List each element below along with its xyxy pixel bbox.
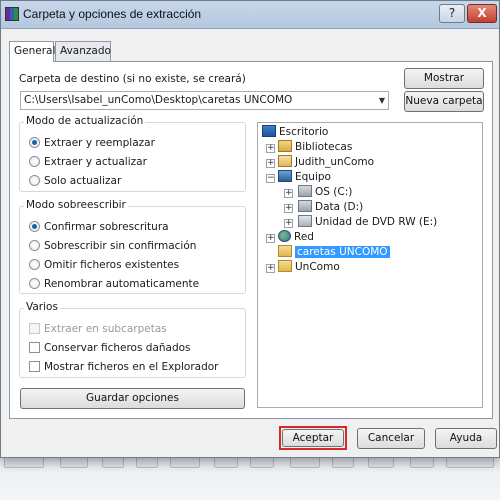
desktop-icon [262,125,276,137]
checkbox-icon [29,323,40,334]
update-mode-group: Modo de actualización Extraer y reemplaz… [19,115,246,192]
check-extract-subfolders: Extraer en subcarpetas [29,323,167,335]
check-show-in-explorer[interactable]: Mostrar ficheros en el Explorador [29,361,218,373]
option-label: Omitir ficheros existentes [44,259,180,271]
checkbox-icon[interactable] [29,342,40,353]
window-title: Carpeta y opciones de extracción [23,7,202,21]
update-mode-title: Modo de actualización [24,115,146,127]
destination-combobox[interactable]: C:\Users\Isabel_unComo\Desktop\caretas U… [20,91,389,110]
radio-icon[interactable] [29,259,40,270]
radio-confirm-overwrite[interactable]: Confirmar sobrescritura [29,221,169,233]
general-panel: Carpeta de destino (si no existe, se cre… [9,61,493,419]
expand-icon[interactable]: + [266,234,275,243]
node-label: Red [294,231,314,243]
option-label: Extraer y actualizar [44,156,147,168]
misc-group: Varios Extraer en subcarpetas Conservar … [19,301,246,378]
tree-node-caretas[interactable]: caretas UNCOMO [278,245,390,260]
tree-node-user[interactable]: Judith_unComo [278,155,374,170]
expand-icon[interactable]: + [266,159,275,168]
tab-general[interactable]: General [9,41,55,62]
cancel-button[interactable]: Cancelar [357,428,425,449]
option-label: Extraer en subcarpetas [44,323,167,335]
overwrite-mode-group: Modo sobreescribir Confirmar sobrescritu… [19,199,246,294]
computer-icon [278,170,292,182]
close-button[interactable]: X [467,4,497,23]
option-label: Sobrescribir sin confirmación [44,240,197,252]
help-button[interactable]: Ayuda [435,428,497,449]
user-folder-icon [278,155,292,167]
radio-icon[interactable] [29,156,40,167]
expand-icon[interactable]: + [266,264,275,273]
help-title-button[interactable]: ? [439,4,465,23]
save-options-button[interactable]: Guardar opciones [20,388,245,409]
radio-extract-update[interactable]: Extraer y actualizar [29,156,147,168]
folder-icon [278,245,292,257]
option-label: Solo actualizar [44,175,122,187]
radio-icon[interactable] [29,175,40,186]
tree-node-network[interactable]: Red [278,230,314,245]
radio-auto-rename[interactable]: Renombrar automaticamente [29,278,199,290]
radio-icon[interactable] [29,240,40,251]
option-label: Renombrar automaticamente [44,278,200,290]
expand-icon[interactable]: + [284,189,293,198]
taskbar-strip [0,452,500,500]
libraries-icon [278,140,292,152]
tree-node-desktop[interactable]: Escritorio [262,125,328,140]
radio-icon[interactable] [29,278,40,289]
dropdown-arrow-icon[interactable]: ▼ [379,92,385,109]
radio-skip-existing[interactable]: Omitir ficheros existentes [29,259,179,271]
expand-icon[interactable]: + [266,144,275,153]
tree-node-drive-c[interactable]: OS (C:) [298,185,352,200]
radio-icon[interactable] [29,221,40,232]
option-label: Confirmar sobrescritura [44,221,169,233]
node-label: Bibliotecas [295,141,353,153]
title-bar[interactable]: Carpeta y opciones de extracción ? X [1,1,499,29]
browse-button[interactable]: Mostrar [404,68,484,89]
destination-label: Carpeta de destino (si no existe, se cre… [19,73,246,85]
option-label: Mostrar ficheros en el Explorador [44,361,219,373]
tree-node-dvd[interactable]: Unidad de DVD RW (E:) [298,215,437,230]
node-label: Unidad de DVD RW (E:) [315,216,438,228]
winrar-icon [5,7,19,21]
drive-icon [298,200,312,212]
folder-tree[interactable]: Escritorio + Bibliotecas + Judith_unComo… [257,122,483,408]
radio-icon[interactable] [29,137,40,148]
checkbox-icon[interactable] [29,361,40,372]
expand-icon[interactable]: + [284,219,293,228]
option-label: Extraer y reemplazar [44,137,155,149]
tree-node-drive-d[interactable]: Data (D:) [298,200,363,215]
radio-extract-replace[interactable]: Extraer y reemplazar [29,137,155,149]
node-label: OS (C:) [315,186,353,198]
node-label: caretas UNCOMO [295,246,390,258]
radio-overwrite-no-confirm[interactable]: Sobrescribir sin confirmación [29,240,196,252]
node-label: Judith_unComo [295,156,375,168]
extraction-dialog: Carpeta y opciones de extracción ? X Gen… [0,0,500,458]
drive-icon [298,185,312,197]
option-label: Conservar ficheros dañados [44,342,191,354]
overwrite-mode-title: Modo sobreescribir [24,199,128,211]
network-icon [278,230,291,242]
folder-icon [278,260,292,272]
node-label: UnComo [295,261,340,273]
tree-node-computer[interactable]: Equipo [278,170,331,185]
tab-avanzado[interactable]: Avanzado [55,41,111,61]
new-folder-button[interactable]: Nueva carpeta [404,91,484,112]
radio-update-only[interactable]: Solo actualizar [29,175,121,187]
node-label: Equipo [295,171,331,183]
check-keep-broken-files[interactable]: Conservar ficheros dañados [29,342,191,354]
accept-button[interactable]: Aceptar [282,429,344,447]
misc-title: Varios [24,301,60,313]
node-label: Escritorio [279,126,329,138]
node-label: Data (D:) [315,201,364,213]
expand-icon[interactable]: + [284,204,293,213]
tree-node-libraries[interactable]: Bibliotecas [278,140,352,155]
tree-node-uncomo[interactable]: UnComo [278,260,340,275]
collapse-icon[interactable]: − [266,174,275,183]
dvd-drive-icon [298,215,312,227]
destination-path: C:\Users\Isabel_unComo\Desktop\caretas U… [24,94,293,106]
